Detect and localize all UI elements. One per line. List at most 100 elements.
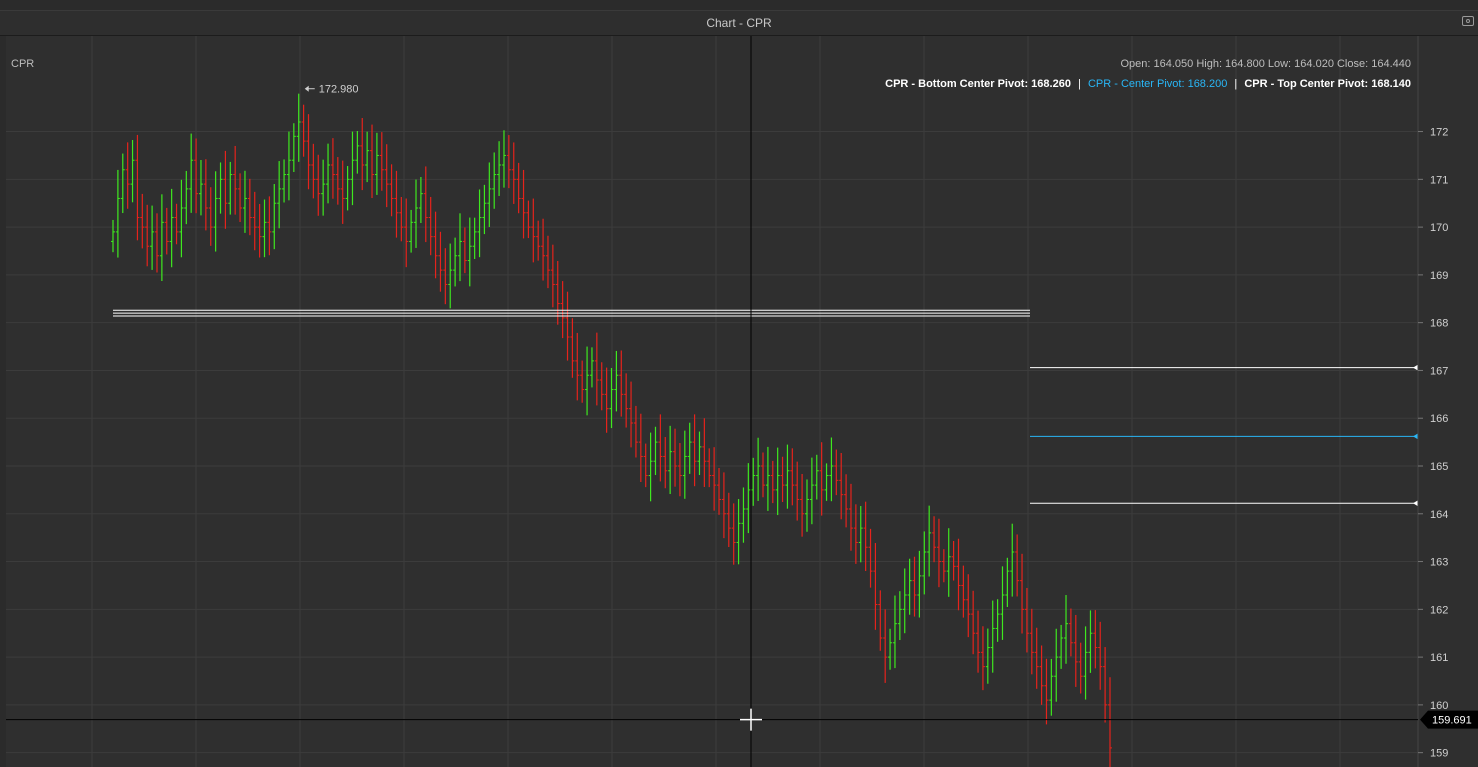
price-bar: [135, 134, 140, 241]
price-bar: [453, 237, 458, 287]
price-bar: [765, 446, 770, 511]
price-bar: [614, 350, 619, 412]
legend-center-pivot: CPR - Center Pivot: 168.200: [1087, 78, 1228, 90]
price-bar: [1044, 658, 1049, 725]
price-bar: [159, 194, 164, 281]
legend-bottom-pivot: CPR - Bottom Center Pivot: 168.260: [885, 78, 1071, 90]
price-bar: [717, 468, 722, 515]
price-bar: [194, 138, 199, 214]
price-bar: [638, 413, 643, 482]
price-bar: [179, 179, 184, 258]
price-bar: [814, 454, 819, 500]
camera-icon[interactable]: [1462, 16, 1474, 26]
axis-tick-label: 170: [1430, 222, 1448, 234]
price-bar: [966, 574, 971, 638]
price-bar: [150, 205, 155, 270]
price-bar: [423, 166, 428, 243]
price-bar: [756, 437, 761, 501]
price-bar: [257, 203, 262, 258]
price-bar: [1029, 608, 1034, 675]
price-bar: [521, 169, 526, 239]
price-bar: [252, 191, 257, 251]
price-bar: [345, 166, 350, 211]
price-bar: [663, 437, 668, 489]
price-bar: [941, 549, 946, 583]
price-bar: [863, 501, 868, 572]
price-bar: [668, 425, 673, 495]
price-bar: [917, 550, 922, 618]
price-bar: [1088, 610, 1093, 673]
chart-area[interactable]: 172 171 170 169 168 167 166 165 164 163 162 161 160 1…: [6, 36, 1478, 767]
pivot-lines: [113, 309, 1418, 507]
high-marker-label: 172.980: [319, 84, 359, 96]
window-title: Chart - CPR: [706, 16, 772, 30]
price-bar: [775, 447, 780, 516]
price-bar: [350, 131, 355, 206]
price-bar: [277, 161, 282, 229]
price-bar: [907, 558, 912, 615]
price-bar: [516, 162, 521, 214]
price-bar: [282, 159, 287, 203]
price-bar: [414, 179, 419, 248]
price-bar: [878, 590, 883, 651]
price-bar: [824, 463, 829, 501]
ohlc-readout: Open: 164.050 High: 164.800 Low: 164.020…: [1120, 58, 1411, 70]
price-bar: [1059, 624, 1064, 669]
price-bar: [316, 154, 321, 216]
price-bar: [140, 193, 145, 249]
price-bar: [731, 503, 736, 565]
price-bar: [1068, 608, 1073, 657]
price-chart[interactable]: 172 171 170 169 168 167 166 165 164 163 162 161 160 1…: [6, 36, 1478, 767]
price-bar: [932, 516, 937, 563]
price-bar: [702, 418, 707, 487]
axis-tick-label: 162: [1430, 604, 1448, 616]
price-bar: [462, 227, 467, 274]
price-bar: [306, 114, 311, 190]
price-bar: [1049, 658, 1054, 716]
price-bar: [927, 505, 932, 577]
price-bar: [580, 360, 585, 403]
price-bar: [585, 346, 590, 416]
grid: [6, 36, 1418, 767]
price-bar: [633, 405, 638, 458]
price-bar: [389, 164, 394, 217]
price-bar: [370, 124, 375, 199]
price-bar: [1054, 628, 1059, 702]
price-bar: [1078, 642, 1083, 694]
price-bar: [286, 131, 291, 201]
price-bar: [658, 414, 663, 482]
price-bar: [1010, 523, 1015, 597]
price-bar: [751, 457, 756, 506]
price-bar: [629, 381, 634, 448]
price-bar: [604, 367, 609, 433]
price-bar: [746, 463, 751, 534]
price-bar: [648, 432, 653, 502]
price-bar: [1083, 626, 1088, 700]
legend-top-pivot: CPR - Top Center Pivot: 168.140: [1244, 78, 1411, 90]
price-bar: [1073, 614, 1078, 687]
price-bar: [912, 556, 917, 617]
price-axis[interactable]: 172 171 170 169 168 167 166 165 164 163 162 161 160 1…: [1417, 36, 1448, 767]
price-bar: [111, 219, 115, 253]
price-bar: [335, 157, 340, 205]
pivot-line-marker: [1413, 500, 1418, 507]
price-bar: [575, 332, 580, 401]
price-bar: [330, 138, 335, 199]
price-bar: [990, 600, 995, 673]
price-bar: [272, 184, 277, 250]
price-bar: [804, 479, 809, 532]
price-bar: [829, 437, 834, 502]
price-bar: [321, 159, 326, 216]
price-bar: [1064, 595, 1069, 664]
price-bar: [262, 199, 267, 258]
price-bar: [873, 543, 878, 630]
axis-tick-label: 163: [1430, 557, 1448, 569]
price-bar: [844, 474, 849, 528]
price-bar: [115, 169, 120, 258]
price-bar: [1098, 621, 1103, 690]
price-bar: [1103, 647, 1108, 723]
axis-tick-label: 159: [1430, 748, 1448, 760]
price-bar: [946, 528, 951, 597]
price-bar: [839, 452, 844, 520]
price-bar: [438, 231, 443, 292]
